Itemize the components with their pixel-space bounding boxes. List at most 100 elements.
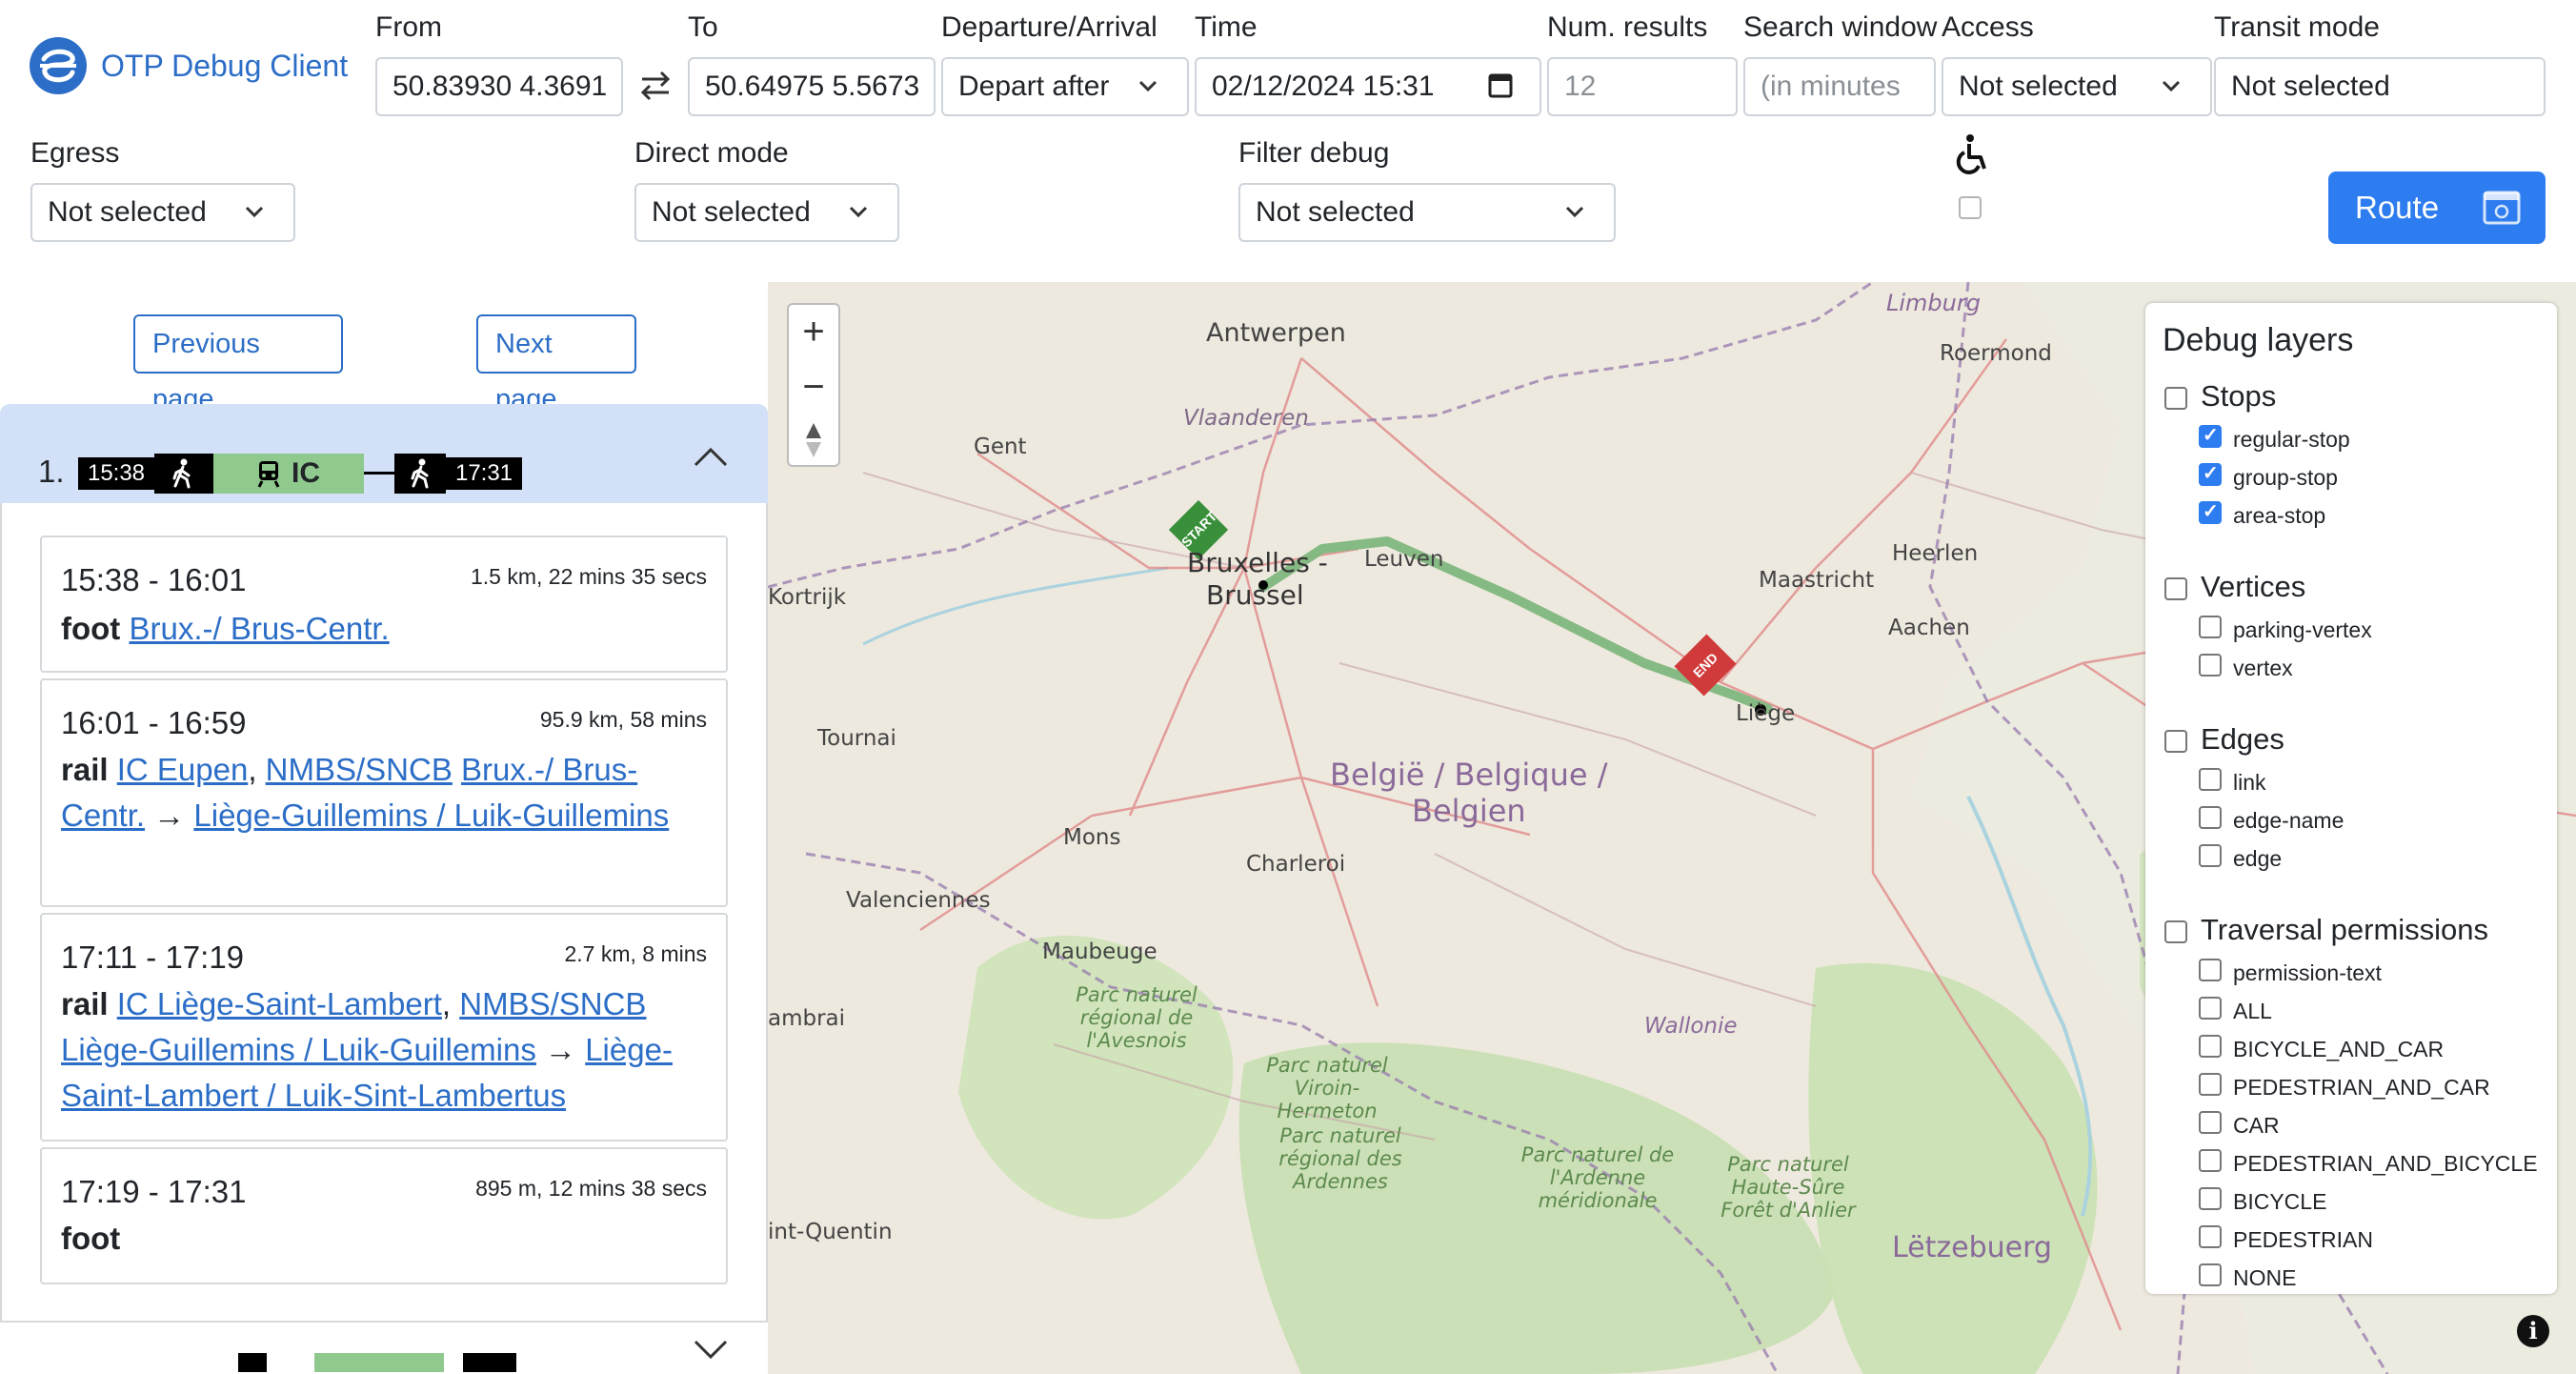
wheelchair-checkbox[interactable] [1959, 196, 1982, 219]
chevron-down-icon [245, 206, 264, 218]
route-button[interactable]: Route [2328, 172, 2546, 244]
wheelchair-icon [1956, 134, 1986, 174]
leg-to-link[interactable]: Liège-Guillemins / Luik-Guillemins [193, 798, 669, 833]
time-input[interactable]: 02/12/2024 15:31 [1195, 57, 1541, 116]
layer-checkbox[interactable] [2199, 1073, 2222, 1096]
map-label-charleroi: Charleroi [1246, 852, 1346, 877]
leg-card[interactable]: 17:19 - 17:31 895 m, 12 mins 38 secs foo… [40, 1147, 728, 1284]
leg-route-link[interactable]: IC Liège-Saint-Lambert [117, 986, 442, 1021]
num-results-input[interactable]: 12 [1547, 57, 1738, 116]
swap-icon[interactable] [636, 67, 674, 105]
map-label-vlaanderen: Vlaanderen [1183, 406, 1309, 431]
layer-group-label: Vertices [2201, 570, 2306, 603]
leg-mode: rail [61, 752, 109, 787]
egress-label: Egress [30, 137, 120, 169]
layer-checkbox[interactable] [2199, 1149, 2222, 1172]
egress-value: Not selected [48, 196, 207, 228]
layer-checkbox[interactable] [2199, 1225, 2222, 1248]
from-input[interactable]: 50.83930 4.3691 [375, 57, 623, 116]
layer-checkbox[interactable] [2199, 1187, 2222, 1210]
leg-distance: 895 m, 12 mins 38 secs [475, 1176, 707, 1201]
layer-label: PEDESTRIAN_AND_BICYCLE [2233, 1151, 2538, 1176]
previous-page-button[interactable]: Previous page [133, 314, 343, 414]
layer-checkbox[interactable] [2199, 1035, 2222, 1058]
access-value: Not selected [1959, 71, 2118, 102]
layer-group-checkbox[interactable] [2164, 387, 2187, 410]
layer-checkbox[interactable] [2199, 616, 2222, 638]
map-label-limburg: Limburg [1886, 290, 1981, 316]
leg-card[interactable]: 15:38 - 16:01 1.5 km, 22 mins 35 secs fo… [40, 535, 728, 673]
leg-route-link[interactable]: IC Eupen [117, 752, 249, 787]
layer-checkbox[interactable] [2199, 768, 2222, 791]
search-window-input[interactable]: (in minutes [1743, 57, 1936, 116]
chevron-down-icon[interactable] [692, 1336, 730, 1364]
map-label-gent: Gent [974, 434, 1027, 459]
departure-arrival-label: Departure/Arrival [941, 11, 1157, 43]
map-label-tournai: Tournai [817, 726, 896, 751]
map-label-haute-sure: Parc naturel Haute-Sûre Forêt d'Anlier [1721, 1153, 1856, 1222]
leg-time: 17:19 - 17:31 [61, 1174, 247, 1209]
layer-group-checkbox[interactable] [2164, 730, 2187, 753]
filter-debug-select[interactable]: Not selected [1238, 183, 1616, 242]
layer-label: BICYCLE [2233, 1189, 2327, 1214]
leg-agency-link[interactable]: NMBS/SNCB [459, 986, 646, 1021]
leg-agency-link[interactable]: NMBS/SNCB [266, 752, 453, 787]
zoom-out-button[interactable]: − [789, 360, 838, 414]
from-label: From [375, 11, 442, 43]
route-button-label: Route [2355, 190, 2440, 225]
itinerary-end-time: 17:31 [446, 457, 522, 490]
leg-card[interactable]: 16:01 - 16:59 95.9 km, 58 mins rail IC E… [40, 678, 728, 907]
debug-layers-title: Debug layers [2163, 322, 2354, 358]
layer-label: edge-name [2233, 808, 2345, 833]
layer-checkbox[interactable] [2199, 654, 2222, 677]
itinerary-header[interactable]: 1. 15:38 IC 17:31 [0, 404, 768, 503]
arrow-right-icon: → [153, 798, 186, 833]
layer-group-label: Traversal permissions [2201, 913, 2489, 946]
leg-card[interactable]: 17:11 - 17:19 2.7 km, 8 mins rail IC Liè… [40, 913, 728, 1142]
access-select[interactable]: Not selected [1942, 57, 2212, 116]
map-label-belgie: België / Belgique / [1330, 757, 1608, 793]
layer-group-checkbox[interactable] [2164, 920, 2187, 943]
zoom-in-button[interactable]: + [789, 305, 838, 358]
to-input[interactable]: 50.64975 5.5673 [688, 57, 936, 116]
map-label-ardenne-be: Parc naturel de l'Ardenne méridionale [1520, 1143, 1675, 1212]
layer-checkbox[interactable] [2199, 806, 2222, 829]
chevron-down-icon [2162, 80, 2181, 92]
calendar-icon[interactable] [1486, 59, 1515, 114]
itinerary-start-time: 15:38 [78, 457, 154, 490]
layer-group-checkbox[interactable] [2164, 577, 2187, 600]
layer-checkbox[interactable] [2199, 997, 2222, 1020]
layer-checkbox[interactable] [2199, 1263, 2222, 1286]
layer-label: edge [2233, 846, 2283, 871]
leg-from-link[interactable]: Liège-Guillemins / Luik-Guillemins [61, 1032, 536, 1067]
debug-layers-panel: Debug layers Stops regular-stop group-stop… [2145, 303, 2557, 1294]
chevron-up-icon[interactable] [692, 442, 730, 471]
transit-mode-select[interactable]: Not selected [2214, 57, 2546, 116]
next-page-button[interactable]: Next page [476, 314, 636, 414]
egress-select[interactable]: Not selected [30, 183, 295, 242]
compass-button[interactable] [789, 414, 838, 467]
layer-label: parking-vertex [2233, 617, 2372, 642]
itinerary-header-collapsed[interactable] [0, 1321, 768, 1374]
app-brand[interactable]: OTP Debug Client [29, 34, 348, 97]
layer-checkbox[interactable] [2199, 461, 2222, 486]
leg-place-link[interactable]: Brux.-/ Brus-Centr. [129, 611, 389, 646]
layer-checkbox[interactable] [2199, 959, 2222, 981]
layer-checkbox[interactable] [2199, 423, 2222, 448]
layer-label: ALL [2233, 999, 2272, 1023]
filter-debug-value: Not selected [1256, 196, 1415, 228]
compass-icon [806, 423, 821, 457]
map-label-valenciennes: Valenciennes [846, 888, 991, 913]
departure-arrival-select[interactable]: Depart after [941, 57, 1189, 116]
layer-checkbox[interactable] [2199, 499, 2222, 524]
layer-checkbox[interactable] [2199, 844, 2222, 867]
map-label-roermond: Roermond [1940, 341, 2052, 366]
layer-checkbox[interactable] [2199, 1111, 2222, 1134]
info-icon[interactable]: i [2517, 1315, 2549, 1347]
direct-mode-select[interactable]: Not selected [634, 183, 899, 242]
leg-time: 17:11 - 17:19 [61, 940, 245, 975]
layer-label: CAR [2233, 1113, 2280, 1138]
otp-logo-icon [30, 37, 87, 94]
debug-route-icon[interactable] [2483, 191, 2521, 225]
filter-debug-label: Filter debug [1238, 137, 1390, 169]
